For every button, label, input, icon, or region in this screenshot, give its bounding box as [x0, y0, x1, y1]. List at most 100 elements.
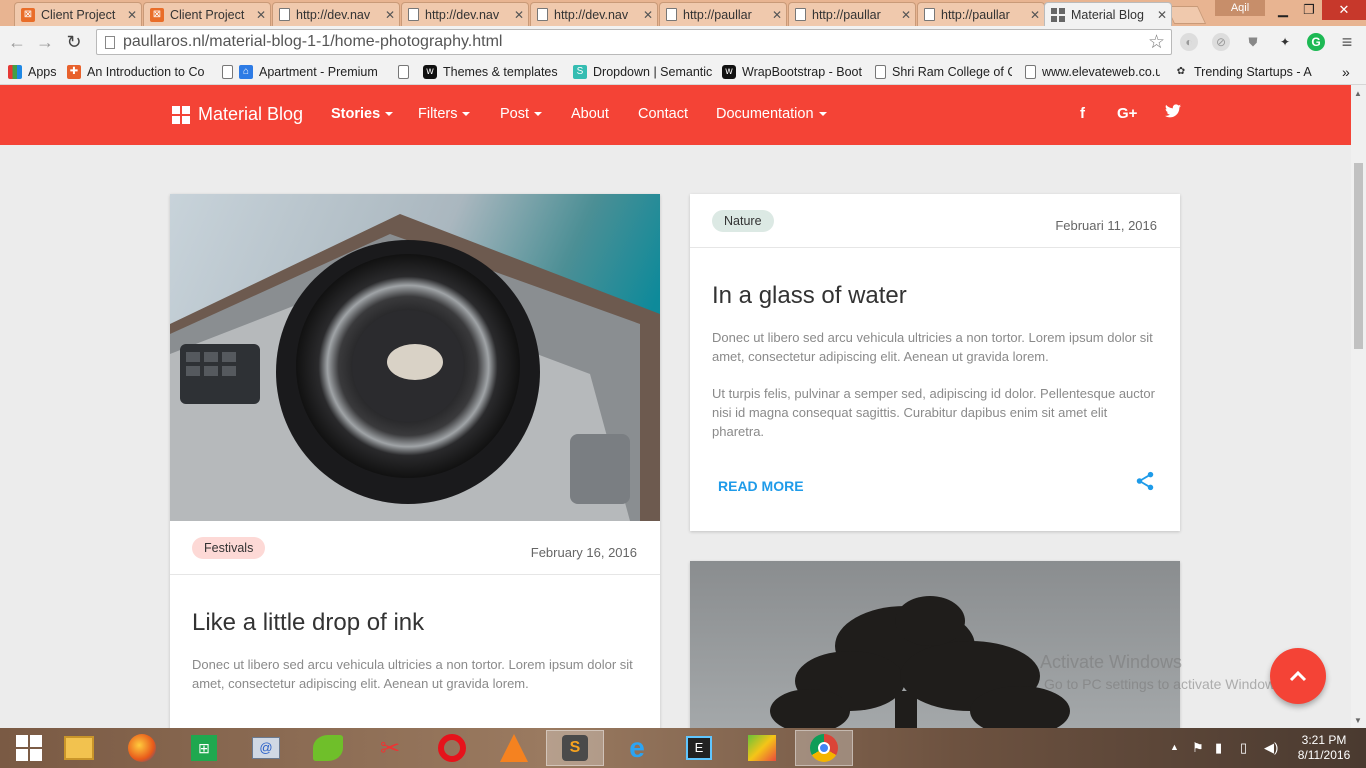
restore-button[interactable]: ❐ — [1296, 0, 1322, 20]
shield-icon[interactable]: ⛊ — [1244, 33, 1262, 51]
nav-post[interactable]: Post — [500, 106, 543, 122]
browser-tab[interactable]: ⊠ Client Project ✕ — [14, 2, 142, 26]
close-icon[interactable]: ✕ — [123, 8, 141, 22]
extension-icon[interactable]: ◐ — [1180, 33, 1198, 51]
browser-tab-strip: ⊠ Client Project ✕ ⊠ Client Project ✕ ht… — [0, 0, 1366, 26]
google-plus-icon[interactable]: G+ — [1117, 105, 1137, 122]
browser-tab-active[interactable]: Material Blog ✕ — [1044, 2, 1172, 26]
close-icon[interactable]: ✕ — [381, 8, 399, 22]
read-more-button[interactable]: READ MORE — [718, 478, 804, 494]
page-icon — [105, 35, 115, 49]
browser-tab[interactable]: http://dev.nav ✕ — [401, 2, 529, 26]
close-icon[interactable]: ✕ — [639, 8, 657, 22]
plus-icon: ✚ — [67, 65, 81, 79]
minimize-button[interactable]: ▁ — [1270, 0, 1296, 20]
site-navbar: Material Blog Stories Filters Post About… — [0, 85, 1351, 145]
email-client-icon[interactable]: @ — [237, 730, 295, 766]
puzzle-icon[interactable]: ✦ — [1276, 33, 1294, 51]
post-title[interactable]: Like a little drop of ink — [192, 609, 424, 637]
bookmark-apps[interactable]: Apps — [8, 63, 66, 81]
bookmark-item[interactable]: Shri Ram College of C — [875, 63, 1012, 81]
profile-button[interactable]: Aqil — [1215, 0, 1265, 16]
network-signal-icon[interactable]: ▮ — [1215, 740, 1222, 756]
browser-tab[interactable]: http://paullar ✕ — [788, 2, 916, 26]
close-window-button[interactable]: ✕ — [1322, 0, 1366, 20]
page-icon — [398, 65, 409, 79]
sublime-text-icon[interactable]: S — [546, 730, 604, 766]
scroll-to-top-button[interactable] — [1270, 648, 1326, 704]
nav-contact[interactable]: Contact — [638, 106, 688, 122]
nav-about[interactable]: About — [571, 106, 609, 122]
scroll-up-arrow-icon[interactable]: ▲ — [1354, 89, 1362, 98]
bookmark-item[interactable]: w WrapBootstrap - Boot — [722, 63, 862, 81]
browser-tab[interactable]: http://paullar ✕ — [917, 2, 1045, 26]
close-icon[interactable]: ✕ — [510, 8, 528, 22]
terminal-app-icon[interactable]: E — [670, 730, 728, 766]
store-icon[interactable]: ⊞ — [175, 730, 233, 766]
file-explorer-icon[interactable] — [50, 730, 108, 766]
category-tag[interactable]: Festivals — [192, 537, 266, 559]
volume-icon[interactable]: ◀) — [1264, 740, 1278, 756]
close-icon[interactable]: ✕ — [252, 8, 270, 22]
browser-toolbar: ← → ↻ paullaros.nl/material-blog-1-1/hom… — [0, 26, 1366, 59]
close-icon[interactable]: ✕ — [1026, 8, 1044, 22]
apps-grid-icon — [8, 65, 22, 79]
chrome-icon[interactable] — [795, 730, 853, 766]
tray-expand-icon[interactable]: ▲ — [1170, 742, 1179, 752]
page-icon — [795, 8, 806, 21]
bluestacks-icon[interactable] — [733, 730, 791, 766]
close-icon[interactable]: ✕ — [768, 8, 786, 22]
opera-icon[interactable] — [423, 730, 481, 766]
twitter-icon[interactable] — [1165, 104, 1181, 122]
bookmarks-overflow-icon[interactable]: » — [1342, 63, 1360, 81]
browser-tab[interactable]: ⊠ Client Project ✕ — [143, 2, 271, 26]
category-tag[interactable]: Nature — [712, 210, 774, 232]
bookmark-item[interactable]: w Themes & templates — [423, 63, 558, 81]
bookmark-item[interactable]: ⌂ Apartment - Premium — [222, 63, 382, 81]
bookmark-item[interactable] — [398, 63, 418, 81]
paint-tool-icon[interactable]: ✂ — [361, 730, 419, 766]
browser-tab[interactable]: http://dev.nav ✕ — [272, 2, 400, 26]
internet-explorer-icon[interactable]: e — [608, 730, 666, 766]
site-brand[interactable]: Material Blog — [172, 104, 303, 125]
firefox-icon[interactable] — [113, 730, 171, 766]
scroll-down-arrow-icon[interactable]: ▼ — [1354, 716, 1362, 725]
reload-button[interactable]: ↻ — [63, 32, 85, 53]
extension-icon[interactable]: ⊘ — [1212, 33, 1230, 51]
back-button[interactable]: ← — [6, 32, 28, 53]
facebook-icon[interactable]: f — [1080, 105, 1085, 122]
address-bar[interactable]: paullaros.nl/material-blog-1-1/home-phot… — [96, 29, 1172, 55]
divider — [170, 574, 660, 575]
dashboard-grid-icon — [172, 105, 190, 124]
flag-icon[interactable]: ⚑ — [1192, 740, 1204, 756]
close-icon[interactable]: ✕ — [1153, 8, 1171, 22]
share-icon[interactable] — [1134, 470, 1156, 497]
nav-stories[interactable]: Stories — [331, 106, 394, 122]
menu-icon[interactable]: ≡ — [1338, 33, 1356, 51]
nav-filters[interactable]: Filters — [418, 106, 471, 122]
scrollbar-thumb[interactable] — [1354, 163, 1363, 349]
url-text[interactable]: paullaros.nl/material-blog-1-1/home-phot… — [123, 33, 502, 51]
camera-photo[interactable] — [170, 194, 660, 521]
page-scrollbar[interactable]: ▲ ▼ — [1351, 85, 1366, 728]
browser-tab[interactable]: http://paullar ✕ — [659, 2, 787, 26]
nav-documentation[interactable]: Documentation — [716, 106, 827, 122]
bookmark-item[interactable]: ✿ Trending Startups - A — [1174, 63, 1312, 81]
taskbar-clock[interactable]: 3:21 PM 8/11/2016 — [1284, 733, 1364, 763]
page-icon — [222, 65, 233, 79]
close-icon[interactable]: ✕ — [897, 8, 915, 22]
tree-photo[interactable] — [690, 561, 1180, 728]
vlc-icon[interactable] — [485, 730, 543, 766]
forward-button[interactable]: → — [34, 32, 56, 53]
bookmark-item[interactable]: www.elevateweb.co.ul — [1025, 63, 1160, 81]
grammarly-icon[interactable]: G — [1307, 33, 1325, 51]
battery-icon[interactable]: ▯ — [1240, 740, 1247, 756]
post-title[interactable]: In a glass of water — [712, 282, 907, 310]
post-excerpt: Donec ut libero sed arcu vehicula ultric… — [192, 657, 633, 691]
chevron-up-icon — [1289, 670, 1307, 682]
bookmark-item[interactable]: S Dropdown | Semantic — [573, 63, 713, 81]
bookmark-item[interactable]: ✚ An Introduction to Co — [67, 63, 205, 81]
leaf-app-icon[interactable] — [299, 730, 357, 766]
bookmark-star-icon[interactable]: ☆ — [1148, 31, 1165, 54]
browser-tab[interactable]: http://dev.nav ✕ — [530, 2, 658, 26]
